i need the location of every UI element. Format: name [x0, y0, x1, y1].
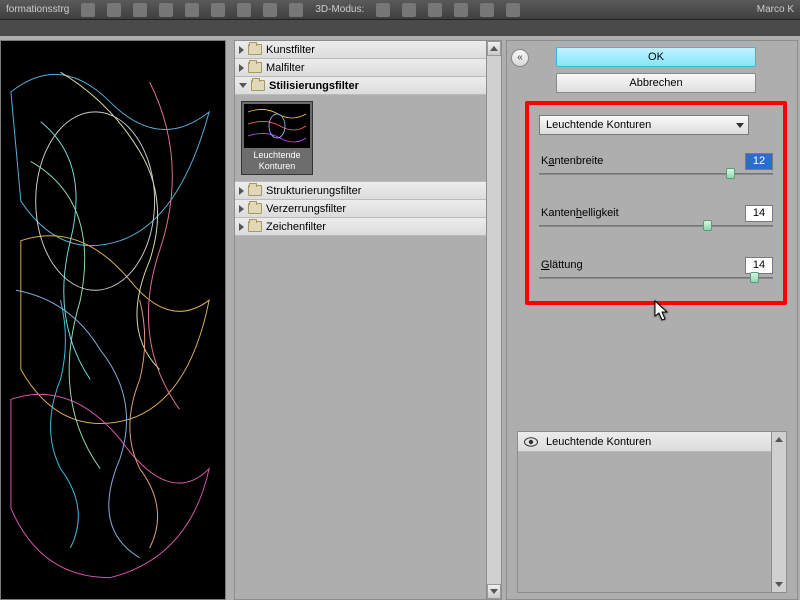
effect-layer-label: Leuchtende Konturen [546, 436, 651, 448]
filter-tree-scrollbar[interactable] [486, 41, 501, 599]
disclosure-triangle-icon[interactable] [239, 187, 244, 195]
slider-track[interactable] [539, 173, 773, 175]
filter-gallery-dialog: Kunstfilter Malfilter Stilisierungsfilte… [0, 36, 800, 600]
filter-thumb-caption: Leuchtende Konturen [244, 148, 310, 172]
slider-value-input[interactable]: 12 [745, 153, 773, 170]
filter-tree-panel: Kunstfilter Malfilter Stilisierungsfilte… [232, 36, 504, 600]
filter-thumb-image-icon [244, 104, 310, 148]
filter-tree-scroll: Kunstfilter Malfilter Stilisierungsfilte… [234, 40, 502, 600]
preview-canvas[interactable] [0, 40, 226, 600]
folder-icon [248, 62, 262, 73]
menubar-text-left: formationsstrg [6, 4, 69, 15]
toolbar-icon[interactable] [480, 3, 494, 17]
chevron-collapse-icon: « [517, 54, 523, 62]
filter-preset-dropdown[interactable]: Leuchtende Konturen [539, 115, 749, 135]
slider-label: Kantenbreite [541, 155, 603, 167]
folder-icon [248, 44, 262, 55]
filter-category-label: Kunstfilter [266, 44, 315, 56]
scroll-up-button[interactable] [487, 41, 501, 56]
filter-category-malfilter[interactable]: Malfilter [235, 59, 486, 77]
toolbar-icon[interactable] [506, 3, 520, 17]
visibility-eye-icon[interactable] [522, 435, 540, 449]
folder-icon [248, 185, 262, 196]
toolbar-icon[interactable] [289, 3, 303, 17]
toolbar-icon[interactable] [211, 3, 225, 17]
toolbar-icon[interactable] [428, 3, 442, 17]
slider-kantenbreite: Kantenbreite 12 [539, 155, 773, 181]
toolbar-icon[interactable] [133, 3, 147, 17]
annotation-highlight-box: Leuchtende Konturen Kantenbreite 12 Kant… [525, 101, 787, 305]
slider-value-input[interactable]: 14 [745, 257, 773, 274]
toolbar-icon[interactable] [263, 3, 277, 17]
slider-handle[interactable] [703, 220, 712, 231]
filter-thumb-leuchtende-konturen[interactable]: Leuchtende Konturen [241, 101, 313, 175]
filter-category-label: Malfilter [266, 62, 305, 74]
filter-thumbs: Leuchtende Konturen [235, 95, 486, 182]
filter-category-label: Zeichenfilter [266, 221, 326, 233]
dropdown-value: Leuchtende Konturen [546, 119, 651, 131]
slider-glaettung: Glättung 14 [539, 259, 773, 285]
folder-icon [251, 80, 265, 91]
slider-kantenhelligkeit: Kantenhelligkeit 14 [539, 207, 773, 233]
disclosure-triangle-icon[interactable] [239, 223, 244, 231]
filter-category-strukturierungsfilter[interactable]: Strukturierungsfilter [235, 182, 486, 200]
toolbar-icon[interactable] [402, 3, 416, 17]
scroll-down-button[interactable] [487, 584, 501, 599]
cancel-button[interactable]: Abbrechen [556, 73, 756, 93]
slider-track[interactable] [539, 277, 773, 279]
disclosure-triangle-icon[interactable] [239, 205, 244, 213]
filter-category-stilisierungsfilter[interactable]: Stilisierungsfilter [235, 77, 486, 95]
slider-label: Glättung [541, 259, 583, 271]
filter-category-verzerrungsfilter[interactable]: Verzerrungsfilter [235, 200, 486, 218]
filter-category-label: Strukturierungsfilter [266, 185, 361, 197]
slider-track[interactable] [539, 225, 773, 227]
toolbar-icon[interactable] [376, 3, 390, 17]
effect-layers-list: Leuchtende Konturen [517, 431, 787, 593]
collapse-button[interactable]: « [511, 49, 529, 67]
toolbar-icon[interactable] [185, 3, 199, 17]
filter-category-zeichenfilter[interactable]: Zeichenfilter [235, 218, 486, 236]
disclosure-triangle-icon[interactable] [239, 83, 247, 88]
scroll-up-button[interactable] [772, 437, 786, 442]
app-menubar: formationsstrg 3D-Modus: Marco K [0, 0, 800, 20]
menubar-user: Marco K [757, 4, 794, 15]
effect-layer-row[interactable]: Leuchtende Konturen [518, 432, 771, 452]
toolbar-icon[interactable] [159, 3, 173, 17]
toolbar-icon[interactable] [81, 3, 95, 17]
disclosure-triangle-icon[interactable] [239, 64, 244, 72]
slider-handle[interactable] [750, 272, 759, 283]
filter-category-kunstfilter[interactable]: Kunstfilter [235, 41, 486, 59]
slider-value-input[interactable]: 14 [745, 205, 773, 222]
folder-icon [248, 203, 262, 214]
slider-label: Kantenhelligkeit [541, 207, 619, 219]
disclosure-triangle-icon[interactable] [239, 46, 244, 54]
glowing-edges-preview-icon [1, 41, 225, 599]
filter-category-label: Stilisierungsfilter [269, 80, 359, 92]
preview-panel [0, 36, 232, 600]
toolbar-icon[interactable] [107, 3, 121, 17]
ok-button[interactable]: OK [556, 47, 756, 67]
scroll-down-button[interactable] [772, 577, 786, 592]
menubar-3d-label: 3D-Modus: [315, 4, 364, 15]
controls-panel: « OK Abbrechen Leuchtende Konturen Kante… [504, 36, 800, 600]
toolbar-icon[interactable] [454, 3, 468, 17]
folder-icon [248, 221, 262, 232]
slider-handle[interactable] [726, 168, 735, 179]
effect-layers-scrollbar[interactable] [771, 432, 786, 592]
filter-category-label: Verzerrungsfilter [266, 203, 346, 215]
toolbar-icon[interactable] [237, 3, 251, 17]
chevron-down-icon [736, 123, 744, 128]
